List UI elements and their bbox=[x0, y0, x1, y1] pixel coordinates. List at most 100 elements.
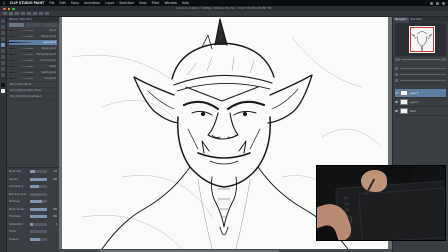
property-row[interactable]: Blending mode bbox=[7, 191, 59, 199]
brush-name: Perry's Textured Pencil Brush bbox=[10, 89, 42, 92]
section-row[interactable] bbox=[395, 78, 446, 84]
new-file-icon[interactable] bbox=[3, 12, 7, 15]
property-slider[interactable] bbox=[30, 230, 47, 234]
property-slider[interactable] bbox=[30, 200, 47, 204]
navigator-view-frame[interactable] bbox=[410, 27, 434, 52]
property-label: Anti-aliasing bbox=[9, 185, 24, 189]
wifi-icon[interactable] bbox=[430, 2, 433, 5]
property-slider[interactable] bbox=[30, 222, 47, 226]
search-icon[interactable] bbox=[442, 2, 445, 5]
sub-tool-panel: Pencil / Sub Tool Pencil Design pencil L… bbox=[7, 17, 59, 252]
brush-name: Perry Pencil Brush Settings 2 bbox=[10, 95, 42, 98]
undo-icon[interactable] bbox=[21, 12, 25, 15]
brush-stroke-preview bbox=[9, 29, 33, 32]
property-label: Hardness bbox=[9, 200, 20, 204]
eyedropper-tool-icon[interactable] bbox=[1, 37, 5, 41]
minimize-dot-icon[interactable] bbox=[7, 7, 10, 10]
zoom-slider[interactable] bbox=[401, 59, 440, 60]
property-row[interactable]: Hardness bbox=[7, 198, 59, 206]
zoom-out-icon[interactable] bbox=[395, 58, 400, 61]
tab-pastel[interactable] bbox=[25, 23, 41, 27]
brush-stroke-preview bbox=[9, 59, 33, 62]
property-value: 100 bbox=[52, 207, 57, 211]
property-slider-fill bbox=[30, 237, 41, 241]
property-row[interactable]: Brush Size 3.0 bbox=[7, 168, 59, 176]
eye-icon[interactable] bbox=[395, 100, 398, 104]
property-slider[interactable] bbox=[30, 185, 47, 189]
clear-icon[interactable] bbox=[33, 12, 37, 15]
brush-name: Colored pencil bbox=[40, 59, 56, 62]
tab-navigator[interactable]: Navigator bbox=[393, 17, 409, 22]
brush-tool-icon[interactable] bbox=[1, 49, 5, 53]
property-slider[interactable] bbox=[30, 237, 47, 241]
property-slider[interactable] bbox=[30, 170, 47, 174]
property-slider[interactable] bbox=[30, 207, 47, 211]
property-row[interactable]: Opacity 100 bbox=[7, 176, 59, 184]
transform-icon[interactable] bbox=[39, 12, 43, 15]
property-row[interactable]: Vector bbox=[7, 228, 59, 236]
brush-name: Perry's Pencil Brush bbox=[10, 83, 32, 86]
property-slider[interactable] bbox=[30, 177, 47, 181]
zoom-tool-icon[interactable] bbox=[1, 19, 5, 23]
brush-name: Mechanical pencil bbox=[36, 53, 56, 56]
placeholder-line bbox=[400, 79, 446, 82]
open-file-icon[interactable] bbox=[9, 12, 13, 15]
deselect-icon[interactable] bbox=[45, 12, 49, 15]
property-row[interactable]: Thickness 100 bbox=[7, 213, 59, 221]
window-controls bbox=[3, 7, 15, 10]
brush-name: Sketch pencil bbox=[41, 71, 56, 74]
text-tool-icon[interactable] bbox=[1, 73, 5, 77]
tab-sub-view[interactable]: Sub View bbox=[409, 17, 424, 22]
brush-name: Pastel bbox=[49, 65, 56, 68]
layer-name: Paper bbox=[409, 109, 417, 113]
eraser-tool-icon[interactable] bbox=[1, 55, 5, 59]
property-slider[interactable] bbox=[30, 192, 47, 196]
battery-icon[interactable] bbox=[436, 2, 439, 5]
pencil-tool-icon[interactable] bbox=[1, 43, 5, 47]
property-slider-fill bbox=[30, 207, 47, 211]
brush-name: Fine pencil bbox=[44, 77, 56, 80]
redo-icon[interactable] bbox=[27, 12, 31, 15]
layer-thumbnail bbox=[399, 90, 408, 96]
tool-strip bbox=[0, 17, 7, 252]
brush-stroke-preview bbox=[9, 47, 33, 50]
color-swatch-icon[interactable] bbox=[1, 83, 5, 87]
tab-pencil[interactable] bbox=[9, 23, 25, 27]
close-dot-icon[interactable] bbox=[3, 7, 6, 10]
property-label: Blending mode bbox=[9, 192, 27, 196]
move-tool-icon[interactable] bbox=[1, 25, 5, 29]
layer-list: Layer 3 Layer 2 Paper bbox=[393, 89, 448, 116]
selection-tool-icon[interactable] bbox=[1, 31, 5, 35]
layer-item[interactable]: Layer 2 bbox=[395, 98, 446, 107]
navigator-tabs: Navigator Sub View bbox=[393, 17, 448, 22]
property-slider[interactable] bbox=[30, 215, 47, 219]
save-icon[interactable] bbox=[15, 12, 19, 15]
layer-item[interactable]: Paper bbox=[395, 107, 446, 116]
sleeve bbox=[317, 223, 343, 240]
layer-name: Layer 2 bbox=[409, 100, 419, 104]
figure-tool-icon[interactable] bbox=[1, 67, 5, 71]
property-slider-fill bbox=[30, 222, 34, 226]
layer-item[interactable]: Layer 3 bbox=[395, 89, 446, 98]
property-row[interactable]: Brush density 100 bbox=[7, 206, 59, 214]
layer-property-section bbox=[393, 66, 448, 84]
navigator-preview[interactable] bbox=[395, 23, 446, 56]
fill-tool-icon[interactable] bbox=[1, 61, 5, 65]
brush-name: Light pencil bbox=[43, 41, 56, 44]
property-row[interactable]: Stabilization 3 bbox=[7, 221, 59, 229]
brush-item-11[interactable]: Perry Pencil Brush Settings 2 bbox=[9, 94, 57, 100]
tab-custom[interactable] bbox=[41, 23, 57, 27]
brush-stroke-preview bbox=[9, 77, 33, 80]
zoom-in-icon[interactable] bbox=[441, 58, 446, 61]
webcam-overlay bbox=[316, 165, 446, 241]
property-row[interactable]: Pressure bbox=[7, 236, 59, 244]
property-row[interactable]: Anti-aliasing bbox=[7, 183, 59, 191]
background-color-icon[interactable] bbox=[1, 89, 5, 93]
scrollbar-thumb[interactable] bbox=[99, 249, 279, 252]
placeholder-line bbox=[400, 67, 446, 70]
zoom-dot-icon[interactable] bbox=[12, 7, 15, 10]
eye-icon[interactable] bbox=[395, 91, 398, 95]
eye-icon[interactable] bbox=[395, 109, 398, 113]
tablet-express-key bbox=[344, 202, 350, 206]
drawing-tablet bbox=[334, 179, 445, 240]
